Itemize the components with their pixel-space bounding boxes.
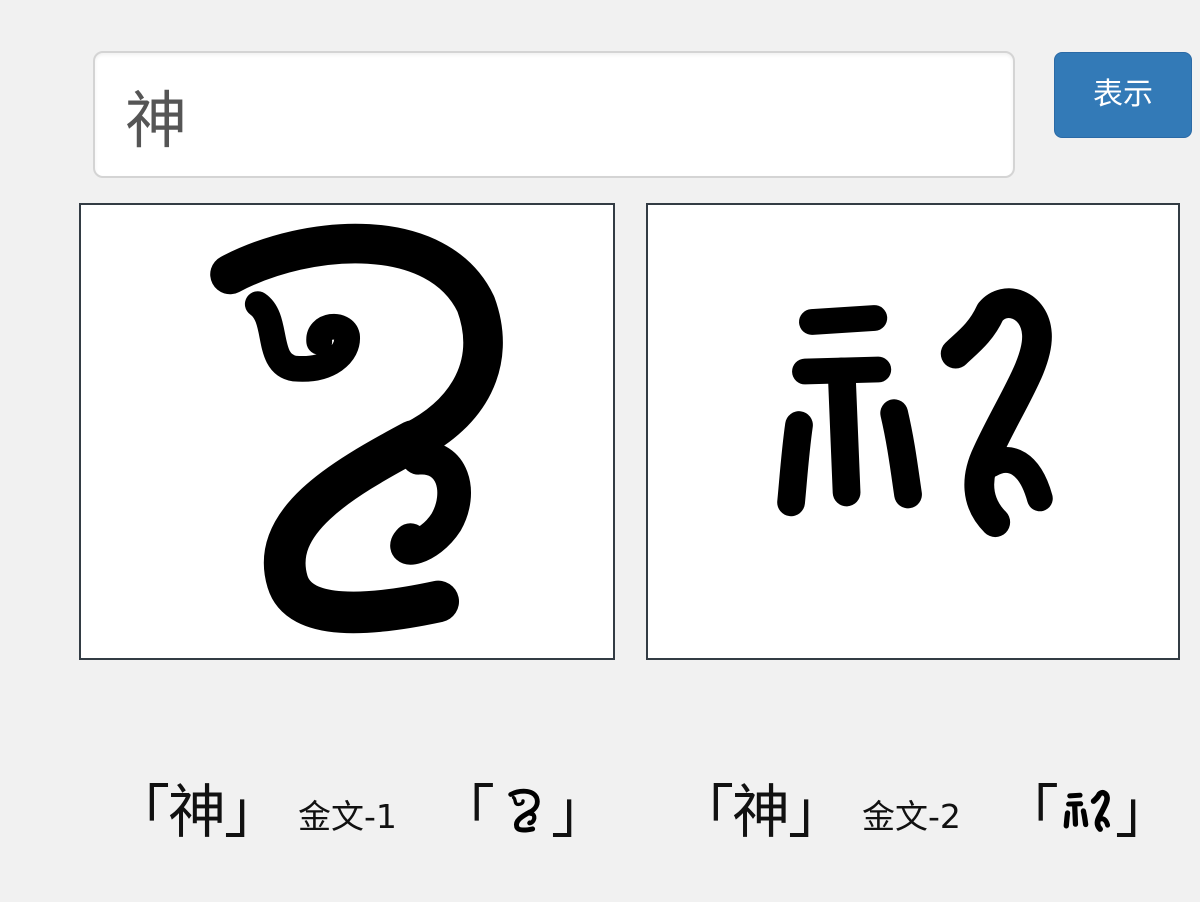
search-input[interactable] <box>93 51 1015 178</box>
caption-1: 「神」 金文-1 「 」 <box>112 762 609 852</box>
glyph-panel-1 <box>79 203 615 660</box>
caption-2-glyph-group: 「 」 <box>1001 765 1173 849</box>
show-button[interactable]: 表示 <box>1054 52 1192 138</box>
caption-1-char: 「神」 <box>112 778 282 846</box>
caption-1-label: 金文-1 <box>298 797 397 836</box>
bronze-script-shen-variant-2-glyph <box>777 288 1053 538</box>
caption-2-close-bracket: 」 <box>1114 778 1173 846</box>
caption-2-open-bracket: 「 <box>1000 778 1059 846</box>
caption-2-label: 金文-2 <box>862 797 961 836</box>
caption-2-char: 「神」 <box>676 778 846 846</box>
bronze-script-shen-variant-1-glyph <box>495 781 551 841</box>
bronze-script-shen-variant-1-glyph <box>210 223 503 634</box>
caption-1-glyph-group: 「 」 <box>437 765 609 849</box>
bronze-script-shen-variant-2-glyph <box>1059 781 1115 841</box>
caption-1-close-bracket: 」 <box>550 778 609 846</box>
glyph-panel-2 <box>646 203 1180 660</box>
caption-1-open-bracket: 「 <box>436 778 495 846</box>
caption-2: 「神」 金文-2 「 」 <box>676 762 1173 852</box>
